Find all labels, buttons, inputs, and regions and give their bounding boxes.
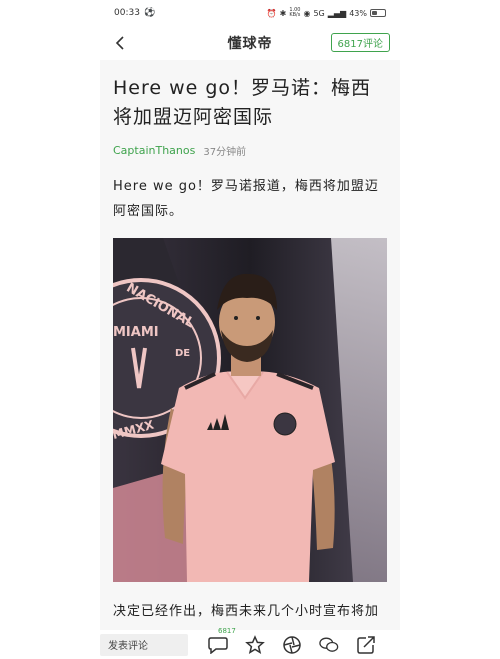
wechat-icon <box>319 637 339 652</box>
aperture-icon <box>283 635 301 654</box>
nav-bar: 懂球帝 6817评论 <box>100 26 400 60</box>
article: Here we go！罗马诺：梅西将加盟迈阿密国际 CaptainThanos … <box>100 60 400 630</box>
bottom-action-bar: 发表评论 6817 <box>100 627 400 659</box>
crest-text-de: DE <box>175 348 190 359</box>
battery-percent: 43% <box>349 8 367 18</box>
battery-level <box>372 11 377 15</box>
article-paragraph: 决定已经作出，梅西未来几个小时宣布将加 <box>113 604 380 619</box>
share-wechat-button[interactable] <box>319 635 339 655</box>
network-speed-unit: KB/s <box>289 12 301 18</box>
status-time: 00:33 <box>114 8 140 18</box>
battery-icon <box>370 9 386 17</box>
network-type: 5G <box>313 8 325 18</box>
crest-text-miami: MIAMI <box>113 325 159 340</box>
status-bar: 00:33 ⚽ ⏰ ✱ 1.00 KB/s ◉ 5G ▂▄▆ 43% <box>100 0 400 26</box>
app-logo: 懂球帝 <box>227 36 273 52</box>
back-arrow-icon[interactable] <box>110 33 130 53</box>
article-headline: Here we go！罗马诺：梅西将加盟迈阿密国际 <box>113 77 372 128</box>
jersey-crest-icon <box>273 412 297 436</box>
article-meta: CaptainThanos 37分钟前 <box>113 143 246 158</box>
soccer-ball-icon: ⚽ <box>143 8 156 18</box>
share-moments-button[interactable] <box>282 635 302 655</box>
wifi-icon: ◉ <box>303 8 311 18</box>
speech-bubble-icon <box>208 636 228 654</box>
star-icon <box>245 634 265 654</box>
article-photo[interactable]: NACIONAL DE MIAMI MMXX <box>113 238 387 582</box>
bluetooth-icon: ✱ <box>279 8 287 18</box>
comment-count-button[interactable]: 6817评论 <box>330 33 390 52</box>
action-icons: 6817 <box>208 627 376 655</box>
share-button[interactable] <box>356 635 376 655</box>
article-lead: Here we go！罗马诺报道，梅西将加盟迈阿密国际。 <box>113 179 379 219</box>
share-arrow-icon <box>357 635 375 654</box>
signal-icon: ▂▄▆ <box>327 8 347 18</box>
comment-badge: 6817 <box>218 626 236 635</box>
favorite-button[interactable] <box>245 634 265 655</box>
comment-input[interactable]: 发表评论 <box>100 633 188 656</box>
author-link[interactable]: CaptainThanos <box>113 144 195 157</box>
publish-time: 37分钟前 <box>203 147 247 158</box>
alarm-icon: ⏰ <box>266 8 277 18</box>
network-speed: 1.00 KB/s <box>289 8 300 18</box>
comments-button[interactable]: 6817 <box>208 627 236 655</box>
